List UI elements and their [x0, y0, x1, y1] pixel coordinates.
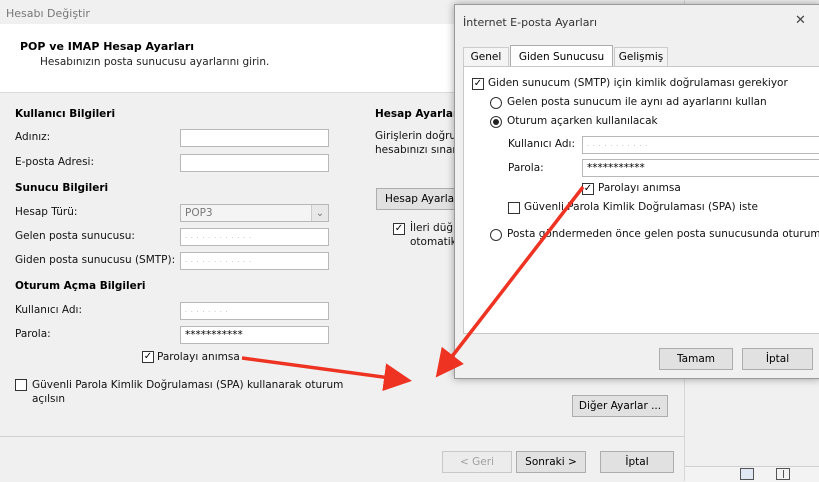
- annotation-arrows: [241, 185, 585, 392]
- arrow-to-right: [241, 356, 412, 392]
- arrow-from-dialog: [435, 185, 585, 378]
